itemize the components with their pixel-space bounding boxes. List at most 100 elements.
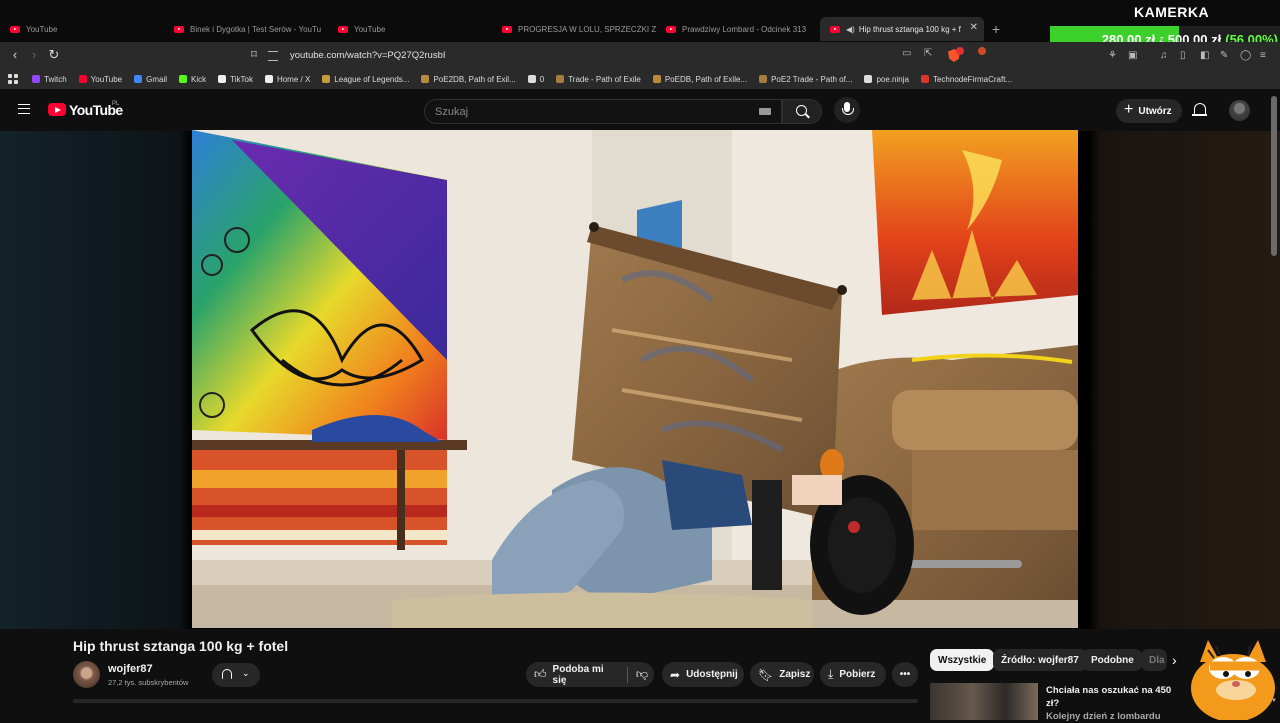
reload-icon[interactable]: ↻ bbox=[47, 48, 61, 62]
share-page-icon[interactable]: ⇱ bbox=[924, 48, 932, 59]
bookmark-item[interactable]: Home / X bbox=[264, 75, 310, 84]
save-button[interactable]: 🔖︎ Zapisz bbox=[750, 662, 814, 687]
tiktok-icon bbox=[218, 75, 227, 83]
chip-from-channel[interactable]: Źródło: wojfer87 bbox=[993, 649, 1087, 671]
hamburger-menu-icon[interactable] bbox=[18, 104, 30, 114]
search-icon bbox=[796, 105, 807, 116]
bookmark-list: Twitch YouTube Gmail Kick TikTok Home / X Leag… bbox=[32, 75, 1024, 84]
chevron-right-icon[interactable]: › bbox=[1172, 652, 1177, 668]
channel-name[interactable]: wojfer87 bbox=[108, 663, 153, 675]
tab-strip: YouTube Binek i Dygotka | Test Serów - Y… bbox=[0, 17, 1040, 41]
url-field[interactable]: youtube.com/watch?v=PQ27Q2rusbI bbox=[268, 45, 1008, 66]
bookmark-item[interactable]: Kick bbox=[179, 75, 206, 84]
speaker-icon: ◀) bbox=[846, 24, 855, 34]
music-icon[interactable]: ♫ bbox=[1160, 50, 1168, 61]
extension-icon[interactable]: ✎ bbox=[1220, 50, 1228, 61]
account-avatar[interactable] bbox=[1229, 100, 1250, 121]
search-button[interactable] bbox=[782, 99, 822, 124]
browser-tab-youtube-2[interactable]: YouTube bbox=[328, 17, 492, 41]
browser-tab-youtube-1[interactable]: YouTube bbox=[0, 17, 164, 41]
tab-label: YouTube bbox=[26, 24, 58, 34]
youtube-icon bbox=[666, 25, 676, 33]
tab-label: YouTube bbox=[354, 24, 386, 34]
browser-tab-progresja[interactable]: PROGRESJA W LOLU, SPRZECZKI Z R bbox=[492, 17, 656, 41]
youtube-icon bbox=[830, 25, 840, 33]
search-input[interactable]: Szukaj bbox=[424, 99, 782, 124]
extension-icon[interactable]: ▣ bbox=[1128, 50, 1137, 61]
extension-icon[interactable]: ⚘ bbox=[1108, 50, 1117, 61]
voice-search-icon[interactable] bbox=[834, 97, 860, 123]
chip-for-you[interactable]: Dla bbox=[1141, 649, 1167, 671]
bookmark-item[interactable]: YouTube bbox=[78, 75, 122, 84]
chip-all[interactable]: Wszystkie bbox=[930, 649, 995, 671]
keyboard-icon[interactable] bbox=[759, 108, 771, 115]
browser-tab-active[interactable]: ◀) Hip thrust sztanga 100 kg + f ✕ bbox=[820, 17, 984, 41]
bookmark-item[interactable]: TikTok bbox=[218, 75, 253, 84]
back-arrow-icon[interactable]: ‹ bbox=[8, 48, 22, 62]
site-settings-icon[interactable] bbox=[268, 50, 278, 61]
more-actions-button[interactable]: ••• bbox=[892, 662, 918, 687]
more-horizontal-icon: ••• bbox=[899, 669, 911, 680]
bookmark-page-icon[interactable]: ⌑ bbox=[247, 48, 261, 62]
bookmark-item[interactable]: League of Legends... bbox=[322, 75, 409, 84]
bell-icon bbox=[222, 669, 232, 679]
recommended-title-line1: Chciała nas oszukać na 450 zł? bbox=[1046, 685, 1172, 709]
technode-icon bbox=[920, 75, 929, 83]
browser-tab-lombard[interactable]: Prawdziwy Lombard - Odcinek 313 bbox=[656, 17, 820, 41]
bookmark-icon: 🔖︎ bbox=[758, 667, 774, 682]
kick-icon bbox=[179, 75, 187, 83]
page-scrollbar-thumb[interactable] bbox=[1271, 96, 1277, 256]
description-box-edge[interactable] bbox=[73, 699, 918, 703]
recommended-video-title[interactable]: Chciała nas oszukać na 450 zł? Kolejny d… bbox=[1046, 684, 1186, 723]
video-title: Hip thrust sztanga 100 kg + fotel bbox=[73, 638, 289, 654]
notifications-bell-icon[interactable] bbox=[1192, 103, 1207, 116]
bookmark-item[interactable]: PoE2DB, Path of Exil... bbox=[421, 75, 516, 84]
bookmark-label: Trade - Path of Exile bbox=[568, 74, 641, 84]
youtube-icon bbox=[174, 25, 184, 33]
tab-label: Binek i Dygotka | Test Serów - YouTu bbox=[190, 24, 322, 34]
bookmark-item[interactable]: Gmail bbox=[134, 75, 167, 84]
shields-badge bbox=[956, 47, 964, 55]
video-player[interactable] bbox=[192, 130, 1078, 628]
thumbs-down-icon[interactable]: 👎︎ bbox=[636, 667, 648, 682]
bookmark-item[interactable]: poe.ninja bbox=[864, 75, 909, 84]
new-tab-button[interactable]: + bbox=[984, 17, 1008, 41]
extension-icon[interactable]: ◧ bbox=[1200, 50, 1209, 61]
recommended-video-thumbnail[interactable] bbox=[930, 683, 1038, 720]
like-button[interactable]: Podoba mi się bbox=[553, 664, 619, 686]
forward-arrow-icon[interactable]: › bbox=[27, 48, 41, 62]
x-icon bbox=[264, 75, 273, 83]
create-button[interactable]: + Utwórz bbox=[1116, 99, 1182, 123]
youtube-logo-icon[interactable] bbox=[48, 103, 66, 116]
browser-tab-binek[interactable]: Binek i Dygotka | Test Serów - YouTu bbox=[164, 17, 328, 41]
youtube-header: YouTube PL Szukaj + Utwórz bbox=[0, 89, 1280, 131]
channel-avatar[interactable] bbox=[73, 661, 100, 688]
lol-icon bbox=[322, 75, 331, 83]
bookmark-item[interactable]: PoE2 Trade - Path of... bbox=[759, 75, 852, 84]
bookmark-item[interactable]: 0 bbox=[527, 75, 544, 84]
poe-icon bbox=[556, 75, 565, 83]
bookmark-label: TechnodeFirmaCraft... bbox=[932, 74, 1013, 84]
tab-label: Prawdziwy Lombard - Odcinek 313 bbox=[682, 24, 807, 34]
cast-icon[interactable]: ▭ bbox=[902, 48, 911, 59]
vpn-icon[interactable]: ◯ bbox=[1240, 50, 1251, 61]
thumbs-up-icon[interactable]: 👍︎ bbox=[534, 667, 547, 682]
bookmark-label: PoEDB, Path of Exile... bbox=[664, 74, 748, 84]
google-icon bbox=[134, 75, 143, 83]
close-tab-icon[interactable]: ✕ bbox=[970, 22, 978, 33]
bookmark-item[interactable]: TechnodeFirmaCraft... bbox=[920, 74, 1013, 84]
poedb-icon bbox=[421, 75, 430, 83]
bookmark-item[interactable]: PoEDB, Path of Exile... bbox=[652, 74, 748, 84]
save-label: Zapisz bbox=[779, 669, 811, 680]
sidebar-icon[interactable]: ▯ bbox=[1180, 50, 1186, 61]
share-button[interactable]: ➦ Udostępnij bbox=[662, 662, 744, 687]
subscription-bell-button[interactable]: ⌄ bbox=[212, 663, 260, 687]
rewards-badge bbox=[978, 47, 986, 55]
bookmark-item[interactable]: Trade - Path of Exile bbox=[556, 75, 641, 84]
menu-icon[interactable]: ≡ bbox=[1260, 50, 1266, 61]
apps-grid-icon[interactable] bbox=[8, 74, 18, 84]
bookmark-item[interactable]: Twitch bbox=[32, 75, 67, 84]
download-button[interactable]: ⤓ Pobierz bbox=[820, 662, 886, 687]
chip-related[interactable]: Podobne bbox=[1083, 649, 1142, 671]
create-label: Utwórz bbox=[1138, 105, 1172, 117]
